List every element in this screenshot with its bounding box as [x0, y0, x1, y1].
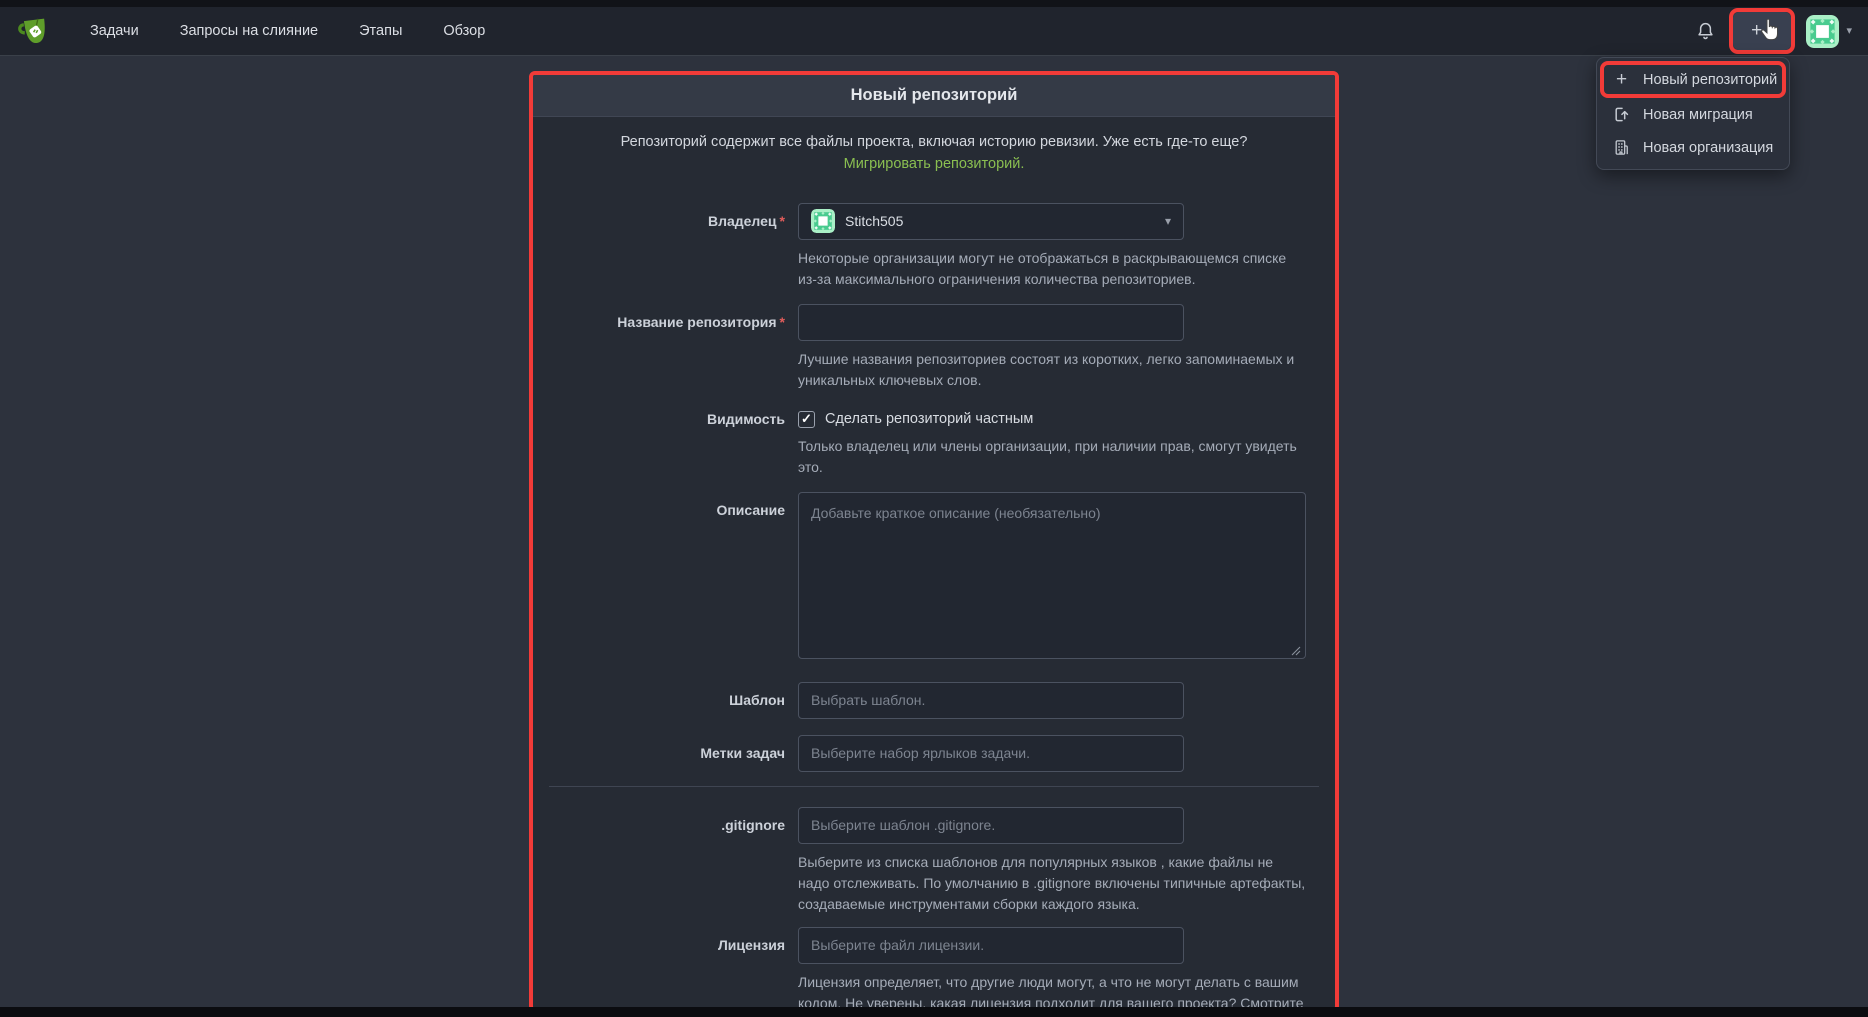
repo-name-row: Название репозитория* Лучшие названия ре… — [533, 304, 1335, 391]
nav-links: Задачи Запросы на слияние Этапы Обзор — [90, 23, 485, 39]
owner-label: Владелец* — [533, 203, 798, 290]
menu-item-label: Новый репозиторий — [1643, 72, 1777, 88]
gitignore-row: .gitignore Выберите из списка шаблонов д… — [533, 807, 1335, 915]
migration-icon — [1613, 106, 1630, 123]
description-label: Описание — [533, 492, 798, 664]
panel-header: Новый репозиторий — [533, 75, 1335, 117]
owner-row: Владелец* Stitch505 ▾ Некоторые организа… — [533, 203, 1335, 290]
repo-name-label: Название репозитория* — [533, 304, 798, 391]
notifications-bell-icon[interactable] — [1696, 21, 1715, 41]
mouse-cursor-icon — [1759, 18, 1781, 42]
nav-item-milestones[interactable]: Этапы — [359, 23, 402, 39]
owner-avatar — [811, 209, 835, 233]
nav-item-issues[interactable]: Задачи — [90, 23, 139, 39]
menu-item-new-organization[interactable]: Новая организация — [1597, 131, 1789, 164]
menu-item-label: Новая миграция — [1643, 107, 1753, 123]
menu-item-label: Новая организация — [1643, 140, 1773, 156]
visibility-label: Видимость — [533, 403, 798, 478]
menu-item-new-migration[interactable]: Новая миграция — [1597, 98, 1789, 131]
nav-item-explore[interactable]: Обзор — [443, 23, 485, 39]
required-asterisk: * — [780, 213, 785, 229]
template-input[interactable] — [798, 682, 1184, 719]
gitignore-help: Выберите из списка шаблонов для популярн… — [798, 852, 1306, 915]
visibility-help: Только владелец или члены организации, п… — [798, 436, 1306, 478]
issue-labels-label: Метки задач — [533, 735, 798, 772]
window-bottom-edge — [0, 1007, 1868, 1017]
chevron-down-icon: ▾ — [1165, 214, 1171, 228]
user-menu-trigger[interactable]: ▾ — [1806, 15, 1852, 48]
license-row: Лицензия Лицензия определяет, что другие… — [533, 927, 1335, 1013]
checkmark-icon: ✓ — [801, 411, 812, 427]
gitignore-input[interactable] — [798, 807, 1184, 844]
intro-sentence: Репозиторий содержит все файлы проекта, … — [621, 134, 1248, 150]
owner-help: Некоторые организации могут не отображат… — [798, 248, 1306, 290]
repo-name-help: Лучшие названия репозиториев состоят из … — [798, 349, 1306, 391]
section-divider — [549, 786, 1319, 787]
private-checkbox[interactable]: ✓ — [798, 411, 815, 428]
menu-item-new-repository[interactable]: + Новый репозиторий — [1604, 65, 1782, 94]
annotation-box-plus-button: + ▾ — [1729, 8, 1795, 54]
navbar: Задачи Запросы на слияние Этапы Обзор + … — [0, 7, 1868, 56]
license-input[interactable] — [798, 927, 1184, 964]
navbar-right: + ▾ ▾ — [1696, 8, 1852, 54]
description-textarea[interactable] — [798, 492, 1306, 659]
gitignore-label: .gitignore — [533, 807, 798, 915]
owner-select[interactable]: Stitch505 ▾ — [798, 203, 1184, 240]
migrate-repository-link[interactable]: Мигрировать репозиторий. — [844, 156, 1025, 172]
issue-labels-row: Метки задач — [533, 735, 1335, 772]
visibility-row: Видимость ✓ Сделать репозиторий частным … — [533, 403, 1335, 478]
chevron-down-icon: ▾ — [1846, 26, 1852, 37]
create-new-button[interactable]: + ▾ — [1733, 12, 1791, 50]
owner-value: Stitch505 — [845, 213, 903, 229]
repo-name-input[interactable] — [798, 304, 1184, 341]
page-title: Новый репозиторий — [851, 86, 1018, 105]
required-asterisk: * — [780, 314, 785, 330]
gitea-logo-icon[interactable] — [16, 16, 52, 47]
window-top-edge — [0, 0, 1868, 7]
new-repository-panel: Новый репозиторий Репозиторий содержит в… — [529, 71, 1339, 1012]
description-row: Описание — [533, 492, 1335, 664]
resize-handle-icon[interactable] — [1291, 646, 1301, 656]
panel-body: Репозиторий содержит все файлы проекта, … — [533, 117, 1335, 1012]
plus-icon: + — [1613, 71, 1630, 88]
license-help: Лицензия определяет, что другие люди мог… — [798, 972, 1306, 1013]
nav-item-pull-requests[interactable]: Запросы на слияние — [180, 23, 318, 39]
license-help-text: Лицензия определяет, что другие люди мог… — [798, 974, 1304, 1011]
create-new-dropdown: + Новый репозиторий Новая миграция — [1596, 57, 1790, 170]
intro-text: Репозиторий содержит все файлы проекта, … — [584, 132, 1284, 176]
license-label: Лицензия — [533, 927, 798, 1013]
template-label: Шаблон — [533, 682, 798, 719]
private-checkbox-label[interactable]: Сделать репозиторий частным — [825, 411, 1033, 427]
organization-icon — [1613, 139, 1630, 156]
annotation-box-new-repository: + Новый репозиторий — [1600, 61, 1786, 98]
template-row: Шаблон — [533, 682, 1335, 719]
user-avatar — [1806, 15, 1839, 48]
issue-labels-input[interactable] — [798, 735, 1184, 772]
